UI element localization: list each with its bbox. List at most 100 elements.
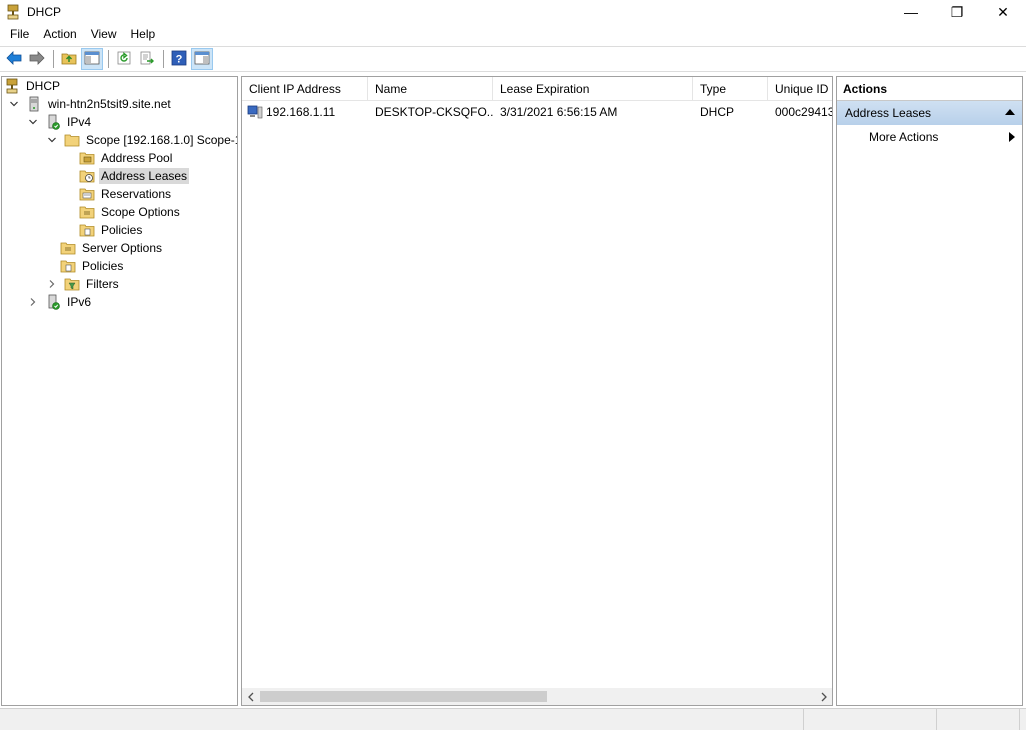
menu-help[interactable]: Help: [124, 24, 163, 45]
toolbar: ?: [0, 46, 1026, 72]
cell-name: DESKTOP-CKSQFO...: [375, 105, 493, 119]
tree-item-label: Policies: [82, 259, 124, 273]
actions-pane: Actions Address Leases More Actions: [836, 76, 1023, 706]
help-button[interactable]: ?: [168, 48, 190, 70]
address-pool-icon: [79, 150, 95, 166]
tree-item-label: Address Pool: [101, 151, 173, 165]
chevron-right-icon[interactable]: [27, 293, 39, 311]
collapse-arrow-icon[interactable]: [1005, 109, 1015, 115]
show-hide-console-tree-button[interactable]: [81, 48, 103, 70]
tree-item-scope[interactable]: Scope [192.168.1.0] Scope-1: [46, 131, 237, 149]
tree-item-policies[interactable]: Policies: [60, 257, 125, 275]
menu-file[interactable]: File: [0, 24, 36, 45]
status-divider: [936, 709, 937, 730]
refresh-button[interactable]: [113, 48, 135, 70]
filters-icon: [64, 276, 80, 292]
tree-item-label: Filters: [86, 277, 119, 291]
svg-text:?: ?: [176, 53, 183, 65]
status-bar: [0, 708, 1026, 730]
chevron-right-icon: [821, 692, 827, 701]
export-list-button[interactable]: [136, 48, 158, 70]
close-button[interactable]: ✕: [980, 0, 1026, 24]
tree-item-label: Server Options: [82, 241, 163, 255]
up-folder-icon: [61, 50, 77, 69]
horizontal-scrollbar[interactable]: [242, 688, 832, 705]
tree-item-dhcp[interactable]: DHCP: [4, 77, 62, 95]
tree-item-label: IPv4: [67, 115, 92, 129]
scope-options-icon: [79, 204, 95, 220]
chevron-down-icon[interactable]: [46, 131, 58, 149]
menu-view[interactable]: View: [84, 24, 124, 45]
dhcp-app-icon: [5, 4, 21, 20]
column-header-type[interactable]: Type: [693, 77, 768, 101]
ipv6-icon: [45, 294, 61, 310]
client-ip-text: 192.168.1.11: [266, 105, 336, 119]
cell-client-ip: 192.168.1.11: [242, 103, 368, 121]
up-one-level-button[interactable]: [58, 48, 80, 70]
tree-item-label: Reservations: [101, 187, 172, 201]
tree-item-label: Policies: [101, 223, 143, 237]
tree-item-label: DHCP: [26, 79, 61, 93]
scroll-track[interactable]: [259, 688, 815, 705]
chevron-down-icon[interactable]: [27, 113, 39, 131]
tree-item-label: Scope Options: [101, 205, 180, 219]
minimize-button[interactable]: —: [888, 0, 934, 24]
show-hide-tree-icon: [84, 51, 100, 68]
tree-item-address-leases[interactable]: Address Leases: [79, 167, 190, 185]
scope-folder-icon: [64, 132, 80, 148]
toolbar-separator: [108, 50, 109, 68]
forward-arrow-icon: [29, 50, 45, 68]
list-header: Client IP Address Name Lease Expiration …: [242, 77, 832, 101]
status-divider: [803, 709, 804, 730]
restore-button[interactable]: ❐: [934, 0, 980, 24]
tree-item-address-pool[interactable]: Address Pool: [79, 149, 174, 167]
actions-section-label: Address Leases: [845, 106, 932, 120]
column-header-name[interactable]: Name: [368, 77, 493, 101]
scroll-right-button[interactable]: [815, 688, 832, 705]
tree-item-ipv6[interactable]: IPv6: [27, 293, 93, 311]
column-header-client-ip[interactable]: Client IP Address: [242, 77, 368, 101]
tree-item-server-options[interactable]: Server Options: [60, 239, 164, 257]
tree-item-label: IPv6: [67, 295, 92, 309]
menu-bar: File Action View Help: [0, 24, 1026, 45]
cell-type: DHCP: [700, 105, 735, 119]
show-hide-action-pane-button[interactable]: [191, 48, 213, 70]
show-hide-action-pane-icon: [194, 51, 210, 68]
console-tree[interactable]: DHCP win-htn2n5tsit9.site.net IPv4 Scope…: [1, 76, 238, 706]
chevron-down-icon[interactable]: [8, 95, 20, 113]
tree-item-scope-options[interactable]: Scope Options: [79, 203, 182, 221]
column-header-lease-expiration[interactable]: Lease Expiration: [493, 77, 693, 101]
back-button[interactable]: [3, 48, 25, 70]
dhcp-root-icon: [4, 78, 20, 94]
scroll-left-button[interactable]: [242, 688, 259, 705]
more-actions-item[interactable]: More Actions: [837, 125, 1022, 149]
submenu-arrow-icon: [1009, 132, 1015, 142]
cell-unique-id: 000c29413...: [775, 105, 832, 119]
tree-item-ipv4[interactable]: IPv4: [27, 113, 93, 131]
cell-lease-expiration: 3/31/2021 6:56:15 AM: [500, 105, 618, 119]
actions-section-address-leases[interactable]: Address Leases: [837, 101, 1022, 125]
refresh-icon: [116, 50, 132, 69]
tree-item-scope-policies[interactable]: Policies: [79, 221, 144, 239]
tree-item-filters[interactable]: Filters: [46, 275, 121, 293]
ipv4-icon: [45, 114, 61, 130]
menu-action[interactable]: Action: [36, 24, 83, 45]
computer-lease-icon: [247, 104, 263, 120]
table-row[interactable]: 192.168.1.11 DESKTOP-CKSQFO... 3/31/2021…: [242, 103, 832, 121]
forward-button[interactable]: [26, 48, 48, 70]
policies-icon: [79, 222, 95, 238]
chevron-right-icon[interactable]: [46, 275, 58, 293]
leases-list-view[interactable]: Client IP Address Name Lease Expiration …: [241, 76, 833, 706]
server-icon: [26, 96, 42, 112]
back-arrow-icon: [6, 50, 22, 68]
tree-item-server[interactable]: win-htn2n5tsit9.site.net: [8, 95, 173, 113]
server-options-icon: [60, 240, 76, 256]
actions-title: Actions: [837, 77, 1022, 101]
reservations-icon: [79, 186, 95, 202]
column-header-unique-id[interactable]: Unique ID: [768, 77, 832, 101]
window-title: DHCP: [27, 5, 62, 19]
toolbar-separator: [53, 50, 54, 68]
chevron-left-icon: [247, 692, 253, 701]
tree-item-reservations[interactable]: Reservations: [79, 185, 173, 203]
scroll-thumb[interactable]: [260, 691, 547, 702]
